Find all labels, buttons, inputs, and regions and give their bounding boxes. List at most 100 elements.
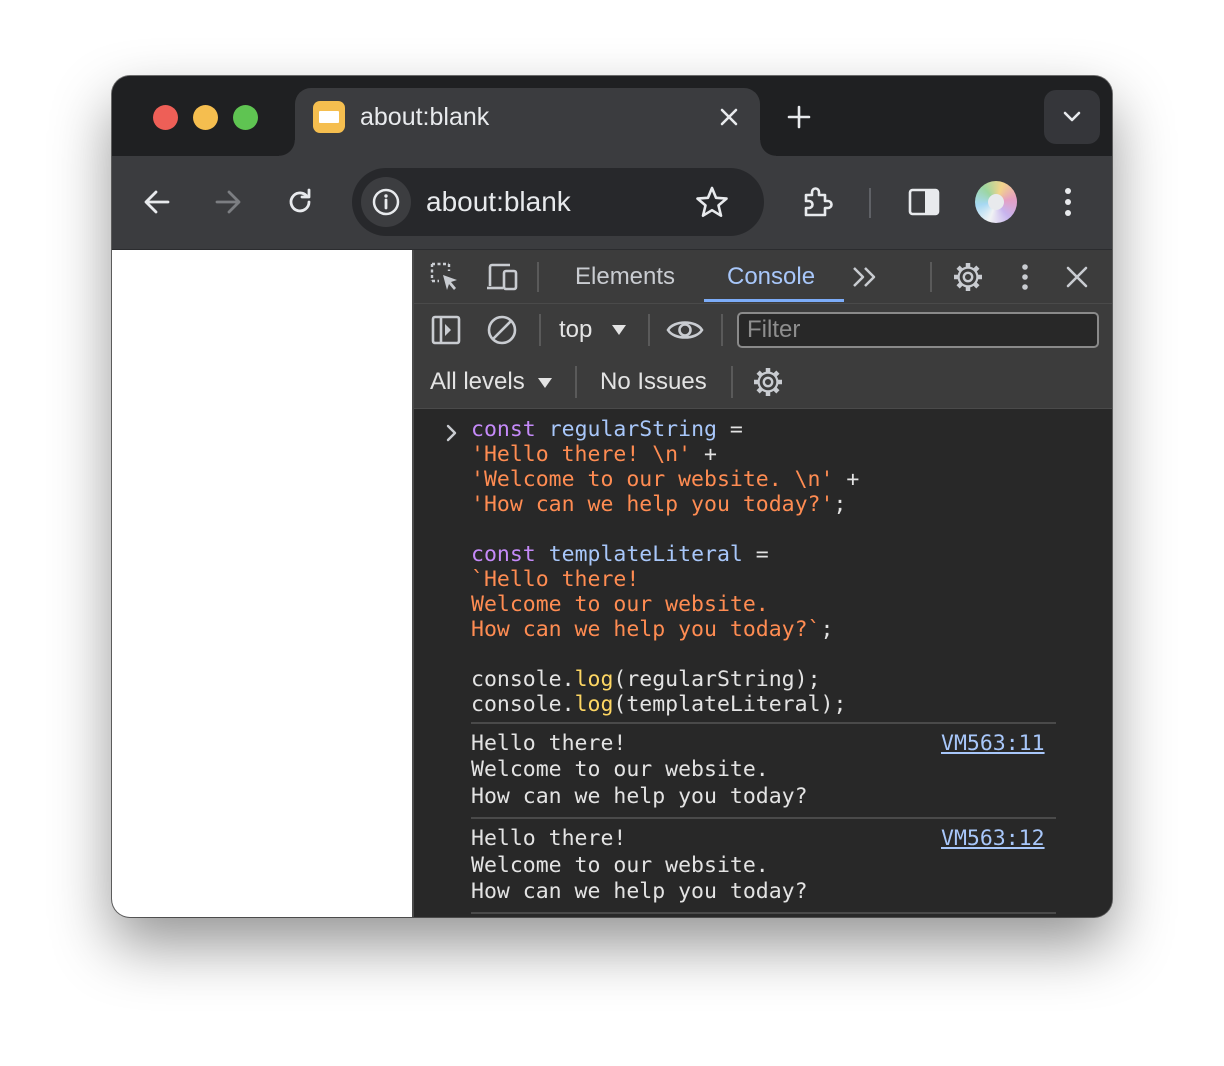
operator-token: = — [716, 417, 743, 442]
star-icon — [696, 186, 728, 217]
tab-separator — [537, 262, 539, 292]
arguments-token: (templateLiteral); — [613, 692, 847, 717]
arrow-right-icon — [215, 190, 241, 214]
browser-tab[interactable]: about:blank — [279, 88, 776, 156]
source-link[interactable]: VM563:11 — [941, 731, 1045, 757]
info-icon — [372, 188, 400, 216]
puzzle-icon — [804, 187, 833, 217]
site-info-button[interactable] — [361, 177, 411, 227]
toolbar-separator — [869, 188, 871, 218]
close-icon — [720, 108, 738, 126]
log-output-line: Hello there! — [471, 826, 627, 851]
caret-down-icon — [538, 378, 552, 388]
devtools-panel: Elements Console top Filter All levels N… — [412, 250, 1112, 917]
code-line: console.log(regularString); — [471, 667, 821, 692]
console-toolbar: top All levels No Issues — [414, 304, 1112, 409]
devtools-menu-button[interactable] — [1015, 260, 1035, 294]
context-selector[interactable]: top — [555, 312, 637, 348]
back-button[interactable] — [137, 182, 177, 222]
forward-button[interactable] — [208, 182, 248, 222]
function-token: log — [574, 692, 614, 717]
log-output-line: How can we help you today? — [471, 784, 808, 809]
toolbar-separator — [731, 366, 733, 398]
browser-menu-button[interactable] — [1048, 182, 1088, 222]
active-tab-indicator — [704, 299, 844, 302]
log-output-line: Welcome to our website. — [471, 757, 769, 782]
message-separator — [471, 912, 1056, 914]
code-line: const regularString = — [471, 417, 743, 442]
extensions-button[interactable] — [798, 182, 838, 222]
favicon-icon — [313, 101, 345, 133]
more-tabs-button[interactable] — [848, 262, 882, 292]
object-token: console. — [471, 667, 575, 692]
keyword-token: const — [471, 417, 536, 442]
browser-toolbar: about:blank — [112, 156, 1112, 250]
console-output[interactable]: const regularString = 'Hello there! \n' … — [414, 409, 1112, 917]
side-panel-button[interactable] — [904, 182, 944, 222]
expand-prompt-button[interactable] — [442, 421, 462, 445]
new-tab-button[interactable] — [782, 100, 816, 134]
code-line: 'Hello there! \n' + — [471, 442, 717, 467]
address-bar[interactable]: about:blank — [352, 168, 764, 236]
console-sidebar-button[interactable] — [428, 313, 464, 347]
object-token: console. — [471, 692, 575, 717]
browser-window: about:blank about:blank Elements Console… — [112, 76, 1112, 917]
string-token: How can we help you today?` — [471, 617, 821, 642]
variable-token: regularString — [548, 417, 717, 442]
toolbar-separator — [721, 314, 723, 346]
keyword-token: const — [471, 542, 536, 567]
tab-elements[interactable]: Elements — [575, 262, 675, 292]
devtools-settings-button[interactable] — [950, 260, 986, 294]
bookmark-button[interactable] — [692, 182, 732, 222]
tab-search-button[interactable] — [1044, 90, 1100, 144]
log-levels-dropdown[interactable]: All levels — [424, 364, 554, 400]
profile-avatar[interactable] — [975, 181, 1017, 223]
context-label: top — [559, 316, 593, 343]
gear-icon — [954, 263, 982, 291]
devtools-tab-bar: Elements Console — [414, 250, 1112, 304]
operator-token: = — [742, 542, 769, 567]
plus-icon — [787, 105, 811, 129]
reload-button[interactable] — [280, 182, 320, 222]
arguments-token: (regularString); — [613, 667, 821, 692]
log-output-line: How can we help you today? — [471, 879, 808, 904]
console-filter-input[interactable] — [737, 312, 1099, 348]
title-bar: about:blank — [112, 76, 1112, 156]
message-separator — [471, 817, 1056, 819]
close-tab-button[interactable] — [713, 101, 745, 133]
operator-token: ; — [820, 617, 834, 642]
block-icon — [487, 315, 517, 345]
live-expression-button[interactable] — [665, 313, 705, 347]
chevron-double-right-icon — [853, 267, 876, 287]
log-output-line: Hello there! — [471, 731, 627, 756]
page-viewport[interactable] — [112, 250, 412, 917]
close-devtools-button[interactable] — [1060, 260, 1094, 294]
close-window-button[interactable] — [153, 105, 178, 130]
code-line: 'Welcome to our website. \n' + — [471, 467, 859, 492]
inspect-element-button[interactable] — [428, 260, 462, 294]
device-toolbar-button[interactable] — [484, 260, 520, 294]
string-token: `Hello there! — [471, 567, 640, 592]
caret-down-icon — [612, 325, 626, 335]
tab-console[interactable]: Console — [727, 262, 815, 292]
side-panel-icon — [908, 188, 940, 216]
reload-icon — [289, 188, 311, 213]
close-icon — [1066, 266, 1088, 288]
function-token: log — [574, 667, 614, 692]
tab-title: about:blank — [360, 103, 490, 131]
gear-icon — [754, 368, 782, 396]
operator-token: + — [691, 442, 717, 467]
operator-token: ; — [833, 492, 847, 517]
string-token: 'Hello there! \n' — [471, 442, 692, 467]
more-vert-icon — [1065, 188, 1071, 216]
source-link[interactable]: VM563:12 — [941, 826, 1045, 852]
console-settings-button[interactable] — [750, 364, 786, 400]
log-output-line: Welcome to our website. — [471, 853, 769, 878]
url-text: about:blank — [426, 186, 571, 217]
clear-console-button[interactable] — [484, 313, 520, 347]
more-vert-icon — [1022, 264, 1028, 290]
minimize-window-button[interactable] — [193, 105, 218, 130]
chevron-right-icon — [446, 424, 457, 442]
issues-counter[interactable]: No Issues — [600, 367, 707, 397]
maximize-window-button[interactable] — [233, 105, 258, 130]
